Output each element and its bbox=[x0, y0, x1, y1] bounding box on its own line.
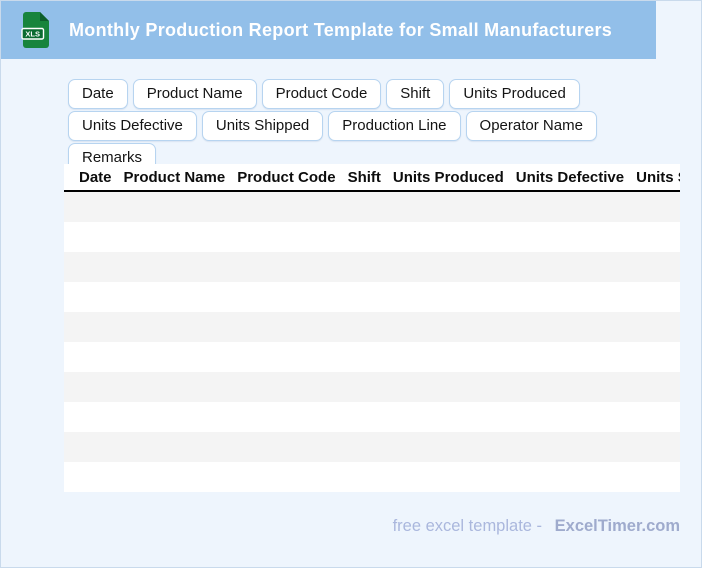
table-body bbox=[64, 192, 680, 492]
column-header: Product Code bbox=[237, 168, 336, 186]
table-row bbox=[64, 402, 680, 432]
table-row bbox=[64, 222, 680, 252]
table-row bbox=[64, 252, 680, 282]
table-row bbox=[64, 432, 680, 462]
column-header: Product Name bbox=[123, 168, 226, 186]
table-row bbox=[64, 462, 680, 492]
template-preview-page: XLS Monthly Production Report Template f… bbox=[0, 0, 702, 568]
table-row bbox=[64, 372, 680, 402]
column-header: Units Produced bbox=[392, 168, 504, 186]
field-chip-list: Date Product Name Product Code Shift Units P… bbox=[68, 79, 680, 175]
field-chip[interactable]: Date bbox=[68, 79, 128, 109]
footer-brand-link[interactable]: ExcelTimer.com bbox=[555, 517, 680, 535]
field-chip[interactable]: Shift bbox=[386, 79, 445, 109]
field-chip[interactable]: Units Shipped bbox=[201, 111, 324, 141]
report-table: Date Product Name Product Code Shift Units P… bbox=[64, 164, 680, 492]
table-row bbox=[64, 312, 680, 342]
field-chip[interactable]: Product Code bbox=[261, 79, 382, 109]
column-header: Units Defective bbox=[515, 168, 625, 186]
table-row bbox=[64, 342, 680, 372]
field-chip[interactable]: Product Name bbox=[132, 79, 257, 109]
table-header-row: Date Product Name Product Code Shift Units P… bbox=[64, 164, 680, 192]
column-header: Shift bbox=[347, 168, 381, 186]
column-header: Units Shipped bbox=[636, 168, 680, 186]
xls-icon-label: XLS bbox=[25, 30, 40, 39]
xls-file-icon: XLS bbox=[21, 12, 49, 48]
page-title: Monthly Production Report Template for S… bbox=[69, 19, 613, 40]
table-row bbox=[64, 192, 680, 222]
field-chip[interactable]: Operator Name bbox=[465, 111, 597, 141]
field-chip[interactable]: Production Line bbox=[328, 111, 461, 141]
table-row bbox=[64, 282, 680, 312]
field-chip[interactable]: Units Produced bbox=[449, 79, 580, 109]
column-header: Date bbox=[79, 168, 112, 186]
field-chip[interactable]: Units Defective bbox=[68, 111, 197, 141]
footer-text: free excel template - bbox=[392, 517, 543, 535]
footer: free excel template - ExcelTimer.com bbox=[393, 517, 680, 536]
title-bar: XLS Monthly Production Report Template f… bbox=[1, 1, 656, 59]
